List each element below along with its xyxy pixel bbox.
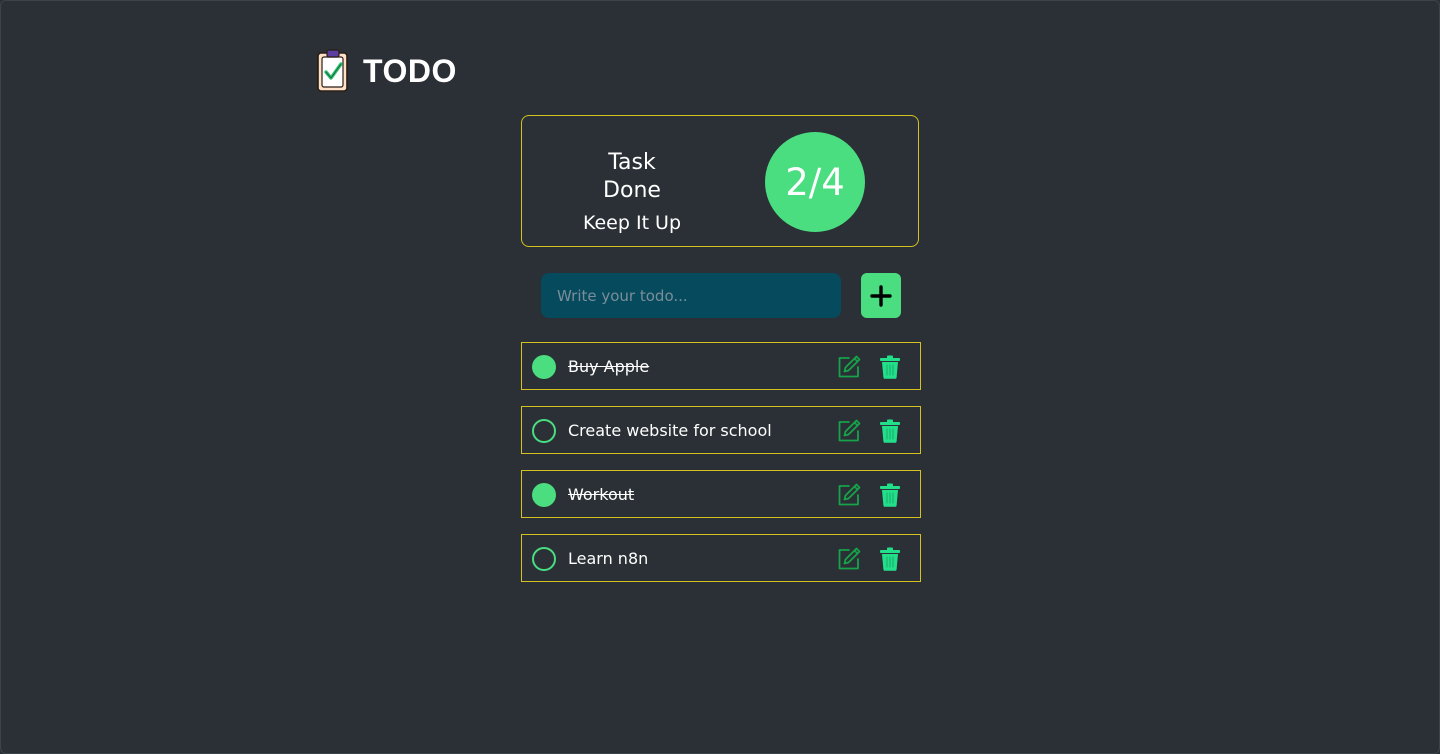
delete-button[interactable] — [879, 483, 901, 507]
edit-button[interactable] — [836, 482, 862, 508]
todo-item: Learn n8n — [521, 534, 921, 582]
todo-item: Create website for school — [521, 406, 921, 454]
todo-label: Create website for school — [568, 421, 772, 440]
edit-button[interactable] — [836, 354, 862, 380]
plus-icon — [870, 284, 892, 307]
todo-item: Buy Apple — [521, 342, 921, 390]
trash-icon — [880, 419, 900, 443]
task-summary-card: Task Done Keep It Up 2/4 — [521, 115, 919, 247]
edit-button[interactable] — [836, 418, 862, 444]
todo-label: Workout — [568, 485, 635, 504]
summary-text: Task Done Keep It Up — [578, 149, 686, 235]
todo-checkbox[interactable] — [532, 355, 556, 379]
todo-label: Learn n8n — [568, 549, 649, 568]
app-header: TODO — [315, 48, 457, 94]
trash-icon — [880, 547, 900, 571]
delete-button[interactable] — [879, 355, 901, 379]
edit-icon — [838, 355, 861, 378]
summary-title: Task Done — [603, 150, 661, 203]
todo-item: Workout — [521, 470, 921, 518]
edit-icon — [838, 483, 861, 506]
todo-checkbox[interactable] — [532, 547, 556, 571]
todo-checkbox[interactable] — [532, 419, 556, 443]
edit-icon — [838, 547, 861, 570]
app-title: TODO — [363, 52, 457, 89]
todo-checkbox[interactable] — [532, 483, 556, 507]
edit-icon — [838, 419, 861, 442]
delete-button[interactable] — [879, 547, 901, 571]
app-window: TODO Task Done Keep It Up 2/4 Buy Apple — [0, 0, 1440, 754]
task-count-badge: 2/4 — [765, 132, 865, 232]
summary-subtitle: Keep It Up — [582, 212, 682, 234]
todo-input[interactable] — [541, 273, 841, 318]
edit-button[interactable] — [836, 546, 862, 572]
delete-button[interactable] — [879, 419, 901, 443]
todo-list: Buy Apple Create website for school Work… — [521, 342, 921, 598]
trash-icon — [880, 483, 900, 507]
trash-icon — [880, 355, 900, 379]
clipboard-check-icon — [317, 49, 348, 92]
add-todo-button[interactable] — [861, 273, 901, 318]
todo-label: Buy Apple — [568, 357, 650, 376]
